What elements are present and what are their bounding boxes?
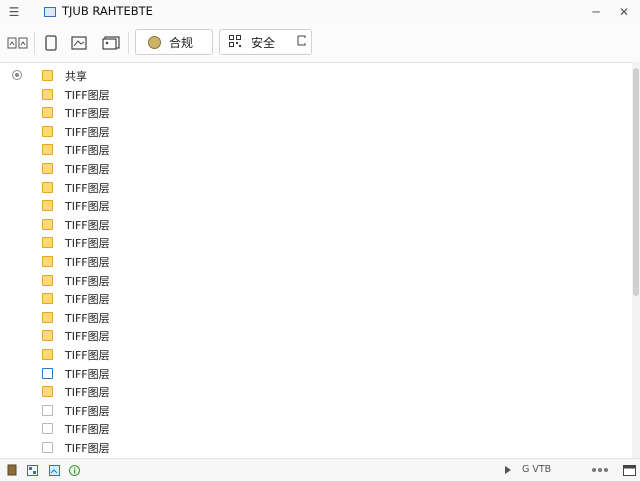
folder-icon	[42, 256, 53, 267]
tree-item[interactable]: TIFF图层	[0, 382, 632, 401]
folder-icon	[42, 293, 53, 305]
expand-toggle-icon[interactable]	[12, 70, 22, 80]
folder-icon	[42, 144, 53, 156]
folder-icon	[42, 163, 53, 174]
tablet-icon[interactable]	[40, 32, 62, 54]
compliance-button-label: 合规	[169, 35, 194, 50]
folder-icon	[42, 442, 53, 453]
tree-item[interactable]: TIFF图层	[0, 364, 632, 383]
tree-item[interactable]: TIFF图层	[0, 103, 632, 122]
scrollbar-thumb[interactable]	[633, 68, 639, 296]
tree-item-label: TIFF图层	[65, 442, 110, 455]
folder-icon	[42, 274, 53, 286]
tree-item-label: TIFF图层	[65, 367, 110, 381]
toolbar-divider	[128, 32, 129, 54]
tree-item[interactable]: TIFF图层	[0, 419, 632, 438]
settings-icon[interactable]	[590, 464, 610, 476]
title-bar: ☰ TJUB RAHTEBTE ─ ✕	[0, 0, 640, 24]
menu-icon[interactable]: ☰	[4, 2, 24, 22]
folder-icon	[42, 423, 53, 435]
tree-item-label: TIFF图层	[65, 330, 110, 344]
info-icon[interactable]	[68, 464, 80, 476]
minimize-button[interactable]: ─	[586, 2, 606, 22]
folder-icon	[42, 88, 53, 100]
app-icon	[44, 7, 56, 17]
folder-icon	[42, 125, 53, 137]
folder-icon	[42, 237, 53, 249]
tree-item[interactable]: TIFF图层	[0, 159, 632, 178]
gallery-icon[interactable]	[100, 32, 122, 54]
tree-item-label: TIFF图层	[65, 349, 110, 362]
tree-item[interactable]: TIFF图层	[0, 326, 632, 345]
status-bar: G VTB	[0, 458, 640, 481]
play-icon[interactable]	[502, 464, 514, 476]
tree-item-label: TIFF图层	[65, 125, 110, 139]
tree-item[interactable]: TIFF图层	[0, 252, 632, 271]
qr-icon	[229, 34, 241, 50]
tree-item-label: TIFF图层	[65, 200, 110, 214]
tree-item[interactable]: TIFF图层	[0, 401, 632, 420]
external-link-icon	[297, 35, 308, 49]
tree-item[interactable]: TIFF图层	[0, 438, 632, 457]
tree-item-label: TIFF图层	[65, 404, 110, 418]
coin-icon	[148, 35, 161, 49]
folder-icon	[42, 181, 53, 193]
tree-item[interactable]: TIFF图层	[0, 271, 632, 290]
tree-item[interactable]: TIFF图层	[0, 215, 632, 234]
security-button[interactable]: 安全	[219, 29, 312, 55]
tree-item[interactable]: TIFF图层	[0, 140, 632, 159]
tree-item[interactable]: TIFF图层	[0, 196, 632, 215]
toolbar: 合规 安全	[0, 24, 640, 63]
image-gallery-icon[interactable]	[6, 32, 30, 54]
folder-icon	[42, 404, 53, 416]
tree-item-label: TIFF图层	[65, 107, 110, 121]
compliance-button[interactable]: 合规	[135, 29, 213, 55]
calendar-icon[interactable]	[622, 464, 636, 476]
toolbar-divider	[34, 32, 35, 54]
tree-item[interactable]: TIFF图层	[0, 345, 632, 364]
tree-item-label: 共享	[65, 70, 87, 83]
folder-icon	[42, 70, 53, 81]
tree-item[interactable]: TIFF图层	[0, 122, 632, 141]
tree-item-label: TIFF图层	[65, 237, 110, 251]
tree-root-item[interactable]: 共享	[0, 66, 632, 85]
security-button-label: 安全	[251, 35, 276, 50]
file-tree: 共享 TIFF图层 TIFF图层 TIFF图层 TIFF图层 TIFF图层 TIFF图层 TI…	[0, 62, 632, 458]
folder-icon	[42, 349, 53, 360]
tree-item[interactable]: TIFF图层	[0, 233, 632, 252]
tree-item-label: TIFF图层	[65, 293, 110, 307]
tree-item[interactable]: TIFF图层	[0, 178, 632, 197]
tree-item[interactable]: TIFF图层	[0, 308, 632, 327]
tree-item-label: TIFF图层	[65, 311, 110, 325]
tree-item[interactable]: TIFF图层	[0, 289, 632, 308]
tree-item-label: TIFF图层	[65, 163, 110, 176]
tree-item-label: TIFF图层	[65, 88, 110, 102]
tree-item-label: TIFF图层	[65, 386, 110, 400]
picture-icon[interactable]	[68, 32, 90, 54]
vertical-scrollbar[interactable]	[632, 62, 640, 458]
folder-icon	[42, 330, 53, 342]
image-icon[interactable]	[48, 464, 60, 476]
folder-icon	[42, 311, 53, 323]
grid-icon[interactable]	[26, 464, 38, 476]
tree-item-label: TIFF图层	[65, 256, 110, 269]
tree-item[interactable]: TIFF图层	[0, 85, 632, 104]
close-button[interactable]: ✕	[614, 2, 634, 22]
tree-item-label: TIFF图层	[65, 218, 110, 232]
folder-icon	[42, 200, 53, 212]
tree-item-label: TIFF图层	[65, 144, 110, 158]
tree-item-label: TIFF图层	[65, 423, 110, 437]
folder-icon	[42, 367, 53, 379]
folder-icon	[42, 218, 53, 230]
folder-icon	[42, 107, 53, 119]
document-icon[interactable]	[6, 464, 18, 476]
status-text: G VTB	[522, 464, 552, 475]
window-title: TJUB RAHTEBTE	[62, 4, 153, 18]
tree-item-label: TIFF图层	[65, 181, 110, 195]
folder-icon	[42, 386, 53, 398]
tree-item-label: TIFF图层	[65, 274, 110, 288]
